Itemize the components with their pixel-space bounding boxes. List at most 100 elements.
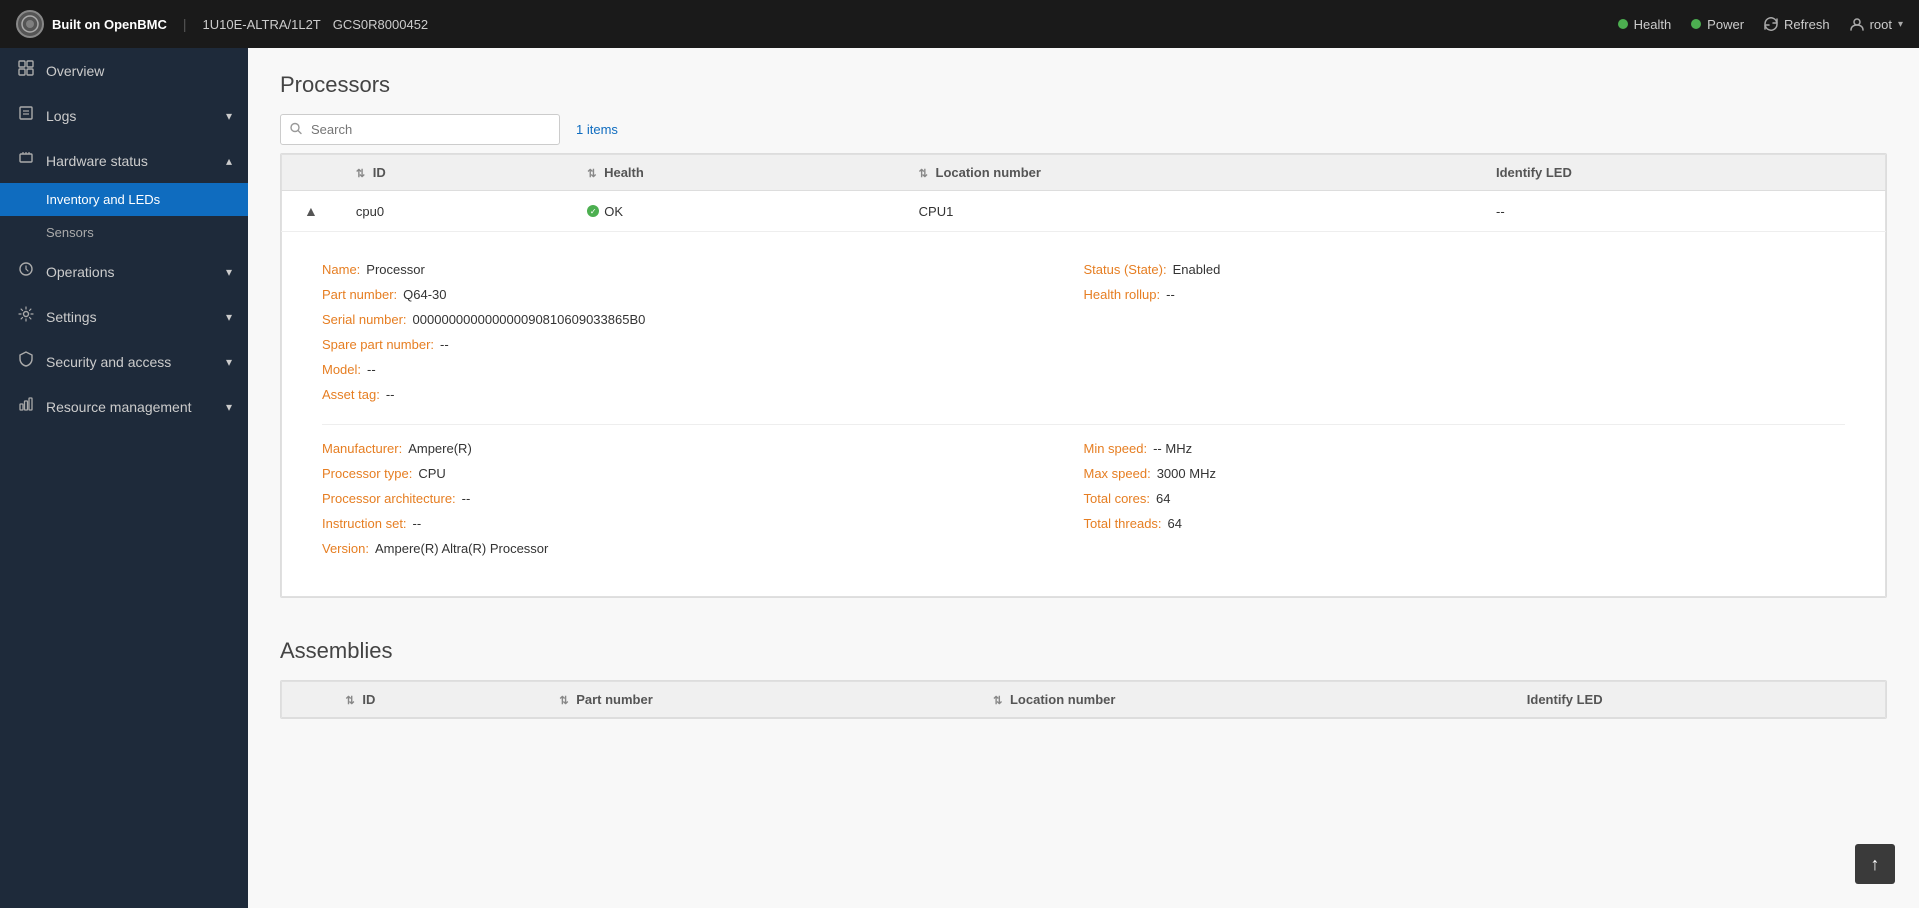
min-speed-field: Min speed: -- MHz bbox=[1084, 441, 1846, 456]
th-led: Identify LED bbox=[1480, 155, 1886, 191]
aloc-sort-icon: ⇅ bbox=[993, 695, 1002, 707]
ath-id[interactable]: ⇅ ID bbox=[330, 682, 544, 718]
sidebar-item-hardware-status[interactable]: Hardware status ▴ bbox=[0, 138, 248, 183]
main-inner: Processors 1 items bbox=[248, 48, 1919, 743]
part-number-label: Part number: bbox=[322, 287, 397, 302]
processors-table-container: ⇅ ID ⇅ Health ⇅ Location number bbox=[280, 153, 1887, 598]
ath-led-label: Identify LED bbox=[1527, 692, 1603, 707]
row-expand-cell: ▲ bbox=[282, 191, 340, 232]
sidebar-item-logs[interactable]: Logs ▾ bbox=[0, 93, 248, 138]
ath-expand bbox=[282, 682, 330, 718]
power-dot bbox=[1691, 19, 1701, 29]
main-content: Processors 1 items bbox=[248, 48, 1919, 908]
sidebar-item-inventory-leds[interactable]: Inventory and LEDs bbox=[0, 183, 248, 216]
total-threads-value: 64 bbox=[1168, 516, 1182, 531]
sidebar-item-logs-label: Logs bbox=[46, 108, 76, 124]
search-icon bbox=[290, 122, 302, 137]
ath-location-label: Location number bbox=[1010, 692, 1115, 707]
resource-chevron-icon: ▾ bbox=[226, 400, 232, 414]
assemblies-title: Assemblies bbox=[280, 638, 1887, 664]
th-led-label: Identify LED bbox=[1496, 165, 1572, 180]
ath-part[interactable]: ⇅ Part number bbox=[543, 682, 977, 718]
detail-section-2: Manufacturer: Ampere(R) Processor type: … bbox=[322, 437, 1845, 566]
max-speed-field: Max speed: 3000 MHz bbox=[1084, 466, 1846, 481]
sidebar-item-security-access[interactable]: Security and access ▾ bbox=[0, 339, 248, 384]
hardware-icon bbox=[16, 150, 36, 171]
serial-number-value: 000000000000000090810609033865B0 bbox=[413, 312, 646, 327]
model-label: Model: bbox=[322, 362, 361, 377]
th-id-label: ID bbox=[373, 165, 386, 180]
processor-type-value: CPU bbox=[418, 466, 445, 481]
asset-tag-value: -- bbox=[386, 387, 395, 402]
spare-part-label: Spare part number: bbox=[322, 337, 434, 352]
topbar-right: Health Power Refresh root ▾ bbox=[1618, 17, 1903, 32]
power-label: Power bbox=[1707, 17, 1744, 32]
health-label: Health bbox=[1634, 17, 1672, 32]
version-field: Version: Ampere(R) Altra(R) Processor bbox=[322, 541, 1084, 556]
assemblies-section: Assemblies ⇅ ID ⇅ bbox=[280, 638, 1887, 719]
refresh-button[interactable]: Refresh bbox=[1764, 17, 1830, 32]
sidebar-item-security-label: Security and access bbox=[46, 354, 171, 370]
spare-part-field: Spare part number: -- bbox=[322, 337, 1084, 352]
total-cores-value: 64 bbox=[1156, 491, 1170, 506]
assemblies-table: ⇅ ID ⇅ Part number ⇅ Location number bbox=[281, 681, 1886, 718]
detail-row: Name: Processor Part number: Q64-30 bbox=[282, 232, 1886, 597]
th-id[interactable]: ⇅ ID bbox=[340, 155, 571, 191]
user-menu[interactable]: root ▾ bbox=[1850, 17, 1903, 32]
device-serial: GCS0R8000452 bbox=[333, 17, 428, 32]
search-area: 1 items bbox=[280, 114, 1887, 145]
detail-section-left: Manufacturer: Ampere(R) Processor type: … bbox=[322, 441, 1084, 566]
id-sort-icon: ⇅ bbox=[356, 168, 365, 180]
sidebar-item-hardware-label: Hardware status bbox=[46, 153, 148, 169]
sidebar-item-overview-label: Overview bbox=[46, 63, 104, 79]
th-location[interactable]: ⇅ Location number bbox=[903, 155, 1480, 191]
detail-col-left: Name: Processor Part number: Q64-30 bbox=[322, 262, 1084, 412]
assemblies-table-header: ⇅ ID ⇅ Part number ⇅ Location number bbox=[282, 682, 1886, 718]
sidebar-item-settings[interactable]: Settings ▾ bbox=[0, 294, 248, 339]
th-health[interactable]: ⇅ Health bbox=[571, 155, 902, 191]
openbmc-logo bbox=[16, 10, 44, 38]
refresh-label: Refresh bbox=[1784, 17, 1830, 32]
processors-table: ⇅ ID ⇅ Health ⇅ Location number bbox=[281, 154, 1886, 597]
table-row: ▲ cpu0 OK CPU1 -- bbox=[282, 191, 1886, 232]
ath-part-label: Part number bbox=[576, 692, 653, 707]
topbar-logo: Built on OpenBMC bbox=[16, 10, 167, 38]
health-rollup-label: Health rollup: bbox=[1084, 287, 1161, 302]
operations-icon bbox=[16, 261, 36, 282]
max-speed-value: 3000 MHz bbox=[1157, 466, 1216, 481]
user-label: root bbox=[1870, 17, 1892, 32]
version-value: Ampere(R) Altra(R) Processor bbox=[375, 541, 548, 556]
overview-icon bbox=[16, 60, 36, 81]
total-threads-field: Total threads: 64 bbox=[1084, 516, 1846, 531]
ath-location[interactable]: ⇅ Location number bbox=[977, 682, 1511, 718]
expand-button[interactable]: ▲ bbox=[298, 201, 324, 221]
sidebar-item-resource-management[interactable]: Resource management ▾ bbox=[0, 384, 248, 429]
processors-table-header: ⇅ ID ⇅ Health ⇅ Location number bbox=[282, 155, 1886, 191]
sidebar-item-settings-label: Settings bbox=[46, 309, 97, 325]
search-input[interactable] bbox=[280, 114, 560, 145]
sidebar: Overview Logs ▾ Hardware status ▴ Invent… bbox=[0, 48, 248, 908]
assemblies-table-container: ⇅ ID ⇅ Part number ⇅ Location number bbox=[280, 680, 1887, 719]
min-speed-value: -- MHz bbox=[1153, 441, 1192, 456]
max-speed-label: Max speed: bbox=[1084, 466, 1151, 481]
scroll-top-button[interactable]: ↑ bbox=[1855, 844, 1895, 884]
health-dot bbox=[1618, 19, 1628, 29]
instruction-set-value: -- bbox=[413, 516, 422, 531]
logs-chevron-icon: ▾ bbox=[226, 109, 232, 123]
aid-sort-icon: ⇅ bbox=[346, 695, 355, 707]
instruction-set-label: Instruction set: bbox=[322, 516, 407, 531]
ok-label: OK bbox=[604, 204, 623, 219]
name-label: Name: bbox=[322, 262, 360, 277]
ok-badge: OK bbox=[587, 204, 886, 219]
processor-arch-value: -- bbox=[462, 491, 471, 506]
topbar-separator: | bbox=[183, 16, 187, 32]
settings-chevron-icon: ▾ bbox=[226, 310, 232, 324]
sidebar-item-overview[interactable]: Overview bbox=[0, 48, 248, 93]
sidebar-item-operations[interactable]: Operations ▾ bbox=[0, 249, 248, 294]
asset-tag-field: Asset tag: -- bbox=[322, 387, 1084, 402]
processor-arch-field: Processor architecture: -- bbox=[322, 491, 1084, 506]
name-value: Processor bbox=[366, 262, 425, 277]
ath-id-label: ID bbox=[362, 692, 375, 707]
sensors-label: Sensors bbox=[46, 225, 94, 240]
sidebar-item-sensors[interactable]: Sensors bbox=[46, 216, 248, 249]
